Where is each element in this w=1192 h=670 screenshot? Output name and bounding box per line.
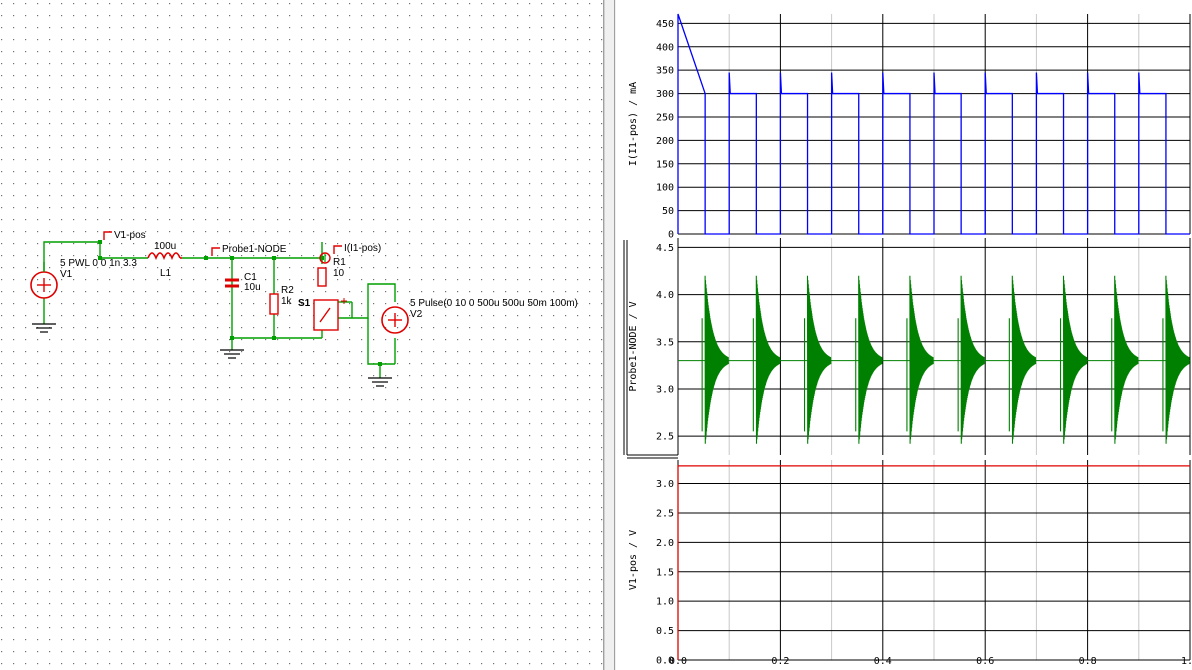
v1-value-label: 5 PWL 0 0 1n 3.3 [60,258,137,269]
x-tick-label: 0.2 [771,656,789,667]
y-tick-label: 0.5 [656,626,674,637]
y-tick-label: 2.0 [656,538,674,549]
probe-v1-pos-label: V1-pos [114,230,146,241]
x-tick-label: 1.0 [1181,656,1192,667]
y-tick-label: 2.5 [656,508,674,519]
y-tick-label: 100 [656,183,674,194]
grid-dots [0,0,603,670]
r1-name-label: R1 [333,257,346,268]
c1-value-label: 10u [244,282,261,293]
r2-name-label: R2 [281,285,294,296]
y-tick-label: 150 [656,159,674,170]
l1-value-label: 100u [154,241,176,252]
y-tick-label: 350 [656,66,674,77]
y-tick-label: 1.0 [656,597,674,608]
y-axis-label: V1-pos / V [628,530,639,590]
y-tick-label: 200 [656,136,674,147]
plot-panel-1: 0 50 100 150 200 250 300 350 400 450 I(I1-pos) / m… [628,13,1191,241]
y-tick-label: 4.0 [656,290,674,301]
x-tick-label: 0.6 [976,656,994,667]
resistor-r1-symbol[interactable] [317,267,327,287]
y-tick-label: 4.5 [656,243,674,254]
v2-value-label: 5 Pulse(0 10 0 500u 500u 50m 100m) [410,298,578,309]
s1-name-label: S1 [298,298,311,309]
y-axis-label: Probe1-NODE / V [628,301,639,391]
plot-panel-2: 2.5 3.0 3.5 4.0 4.5 Probe1-NODE / V [628,238,1191,455]
y-tick-label: 3.0 [656,384,674,395]
y-tick-label: 3.5 [656,337,674,348]
waveform-plots[interactable]: 0 50 100 150 200 250 300 350 400 450 I(I1-pos) / m… [616,0,1192,670]
y-tick-label: 1.5 [656,567,674,578]
y-tick-label: 250 [656,112,674,123]
y-tick-label: 2.5 [656,432,674,443]
probe-i1-label: I(I1-pos) [344,243,381,254]
x-tick-label: 0.0 [669,656,687,667]
pane-splitter[interactable] [604,0,615,670]
plot-panel-3: 0.0 0.5 1.0 1.5 2.0 2.5 3.0 V1-pos / V [628,460,1191,667]
r2-value-label: 1k [281,296,293,307]
y-tick-label: 400 [656,42,674,53]
y-tick-label: 450 [656,19,674,30]
y-tick-label: 300 [656,89,674,100]
series-line [701,275,1190,444]
x-tick-label: 0.4 [874,656,892,667]
x-tick-label: 0.8 [1079,656,1097,667]
v2-name-label: V2 [410,309,423,320]
y-tick-label: 0 [668,230,674,241]
waveform-viewer[interactable]: 0 50 100 150 200 250 300 350 400 450 I(I1-pos) / m… [616,0,1192,670]
probe1-node-label: Probe1-NODE [222,244,287,255]
v1-name-label: V1 [60,269,73,280]
resistor-r2-symbol[interactable] [269,293,279,315]
schematic-canvas[interactable]: 5 PWL 0 0 1n 3.3 V1 V1-pos 100u L1 Probe… [0,0,604,670]
y-tick-label: 3.0 [656,479,674,490]
y-tick-label: 50 [662,206,674,217]
l1-name-label: L1 [160,268,172,279]
y-axis-label: I(I1-pos) / mA [628,82,639,166]
r1-value-label: 10 [333,268,345,279]
schematic-drawing[interactable]: 5 PWL 0 0 1n 3.3 V1 V1-pos 100u L1 Probe… [0,0,603,670]
